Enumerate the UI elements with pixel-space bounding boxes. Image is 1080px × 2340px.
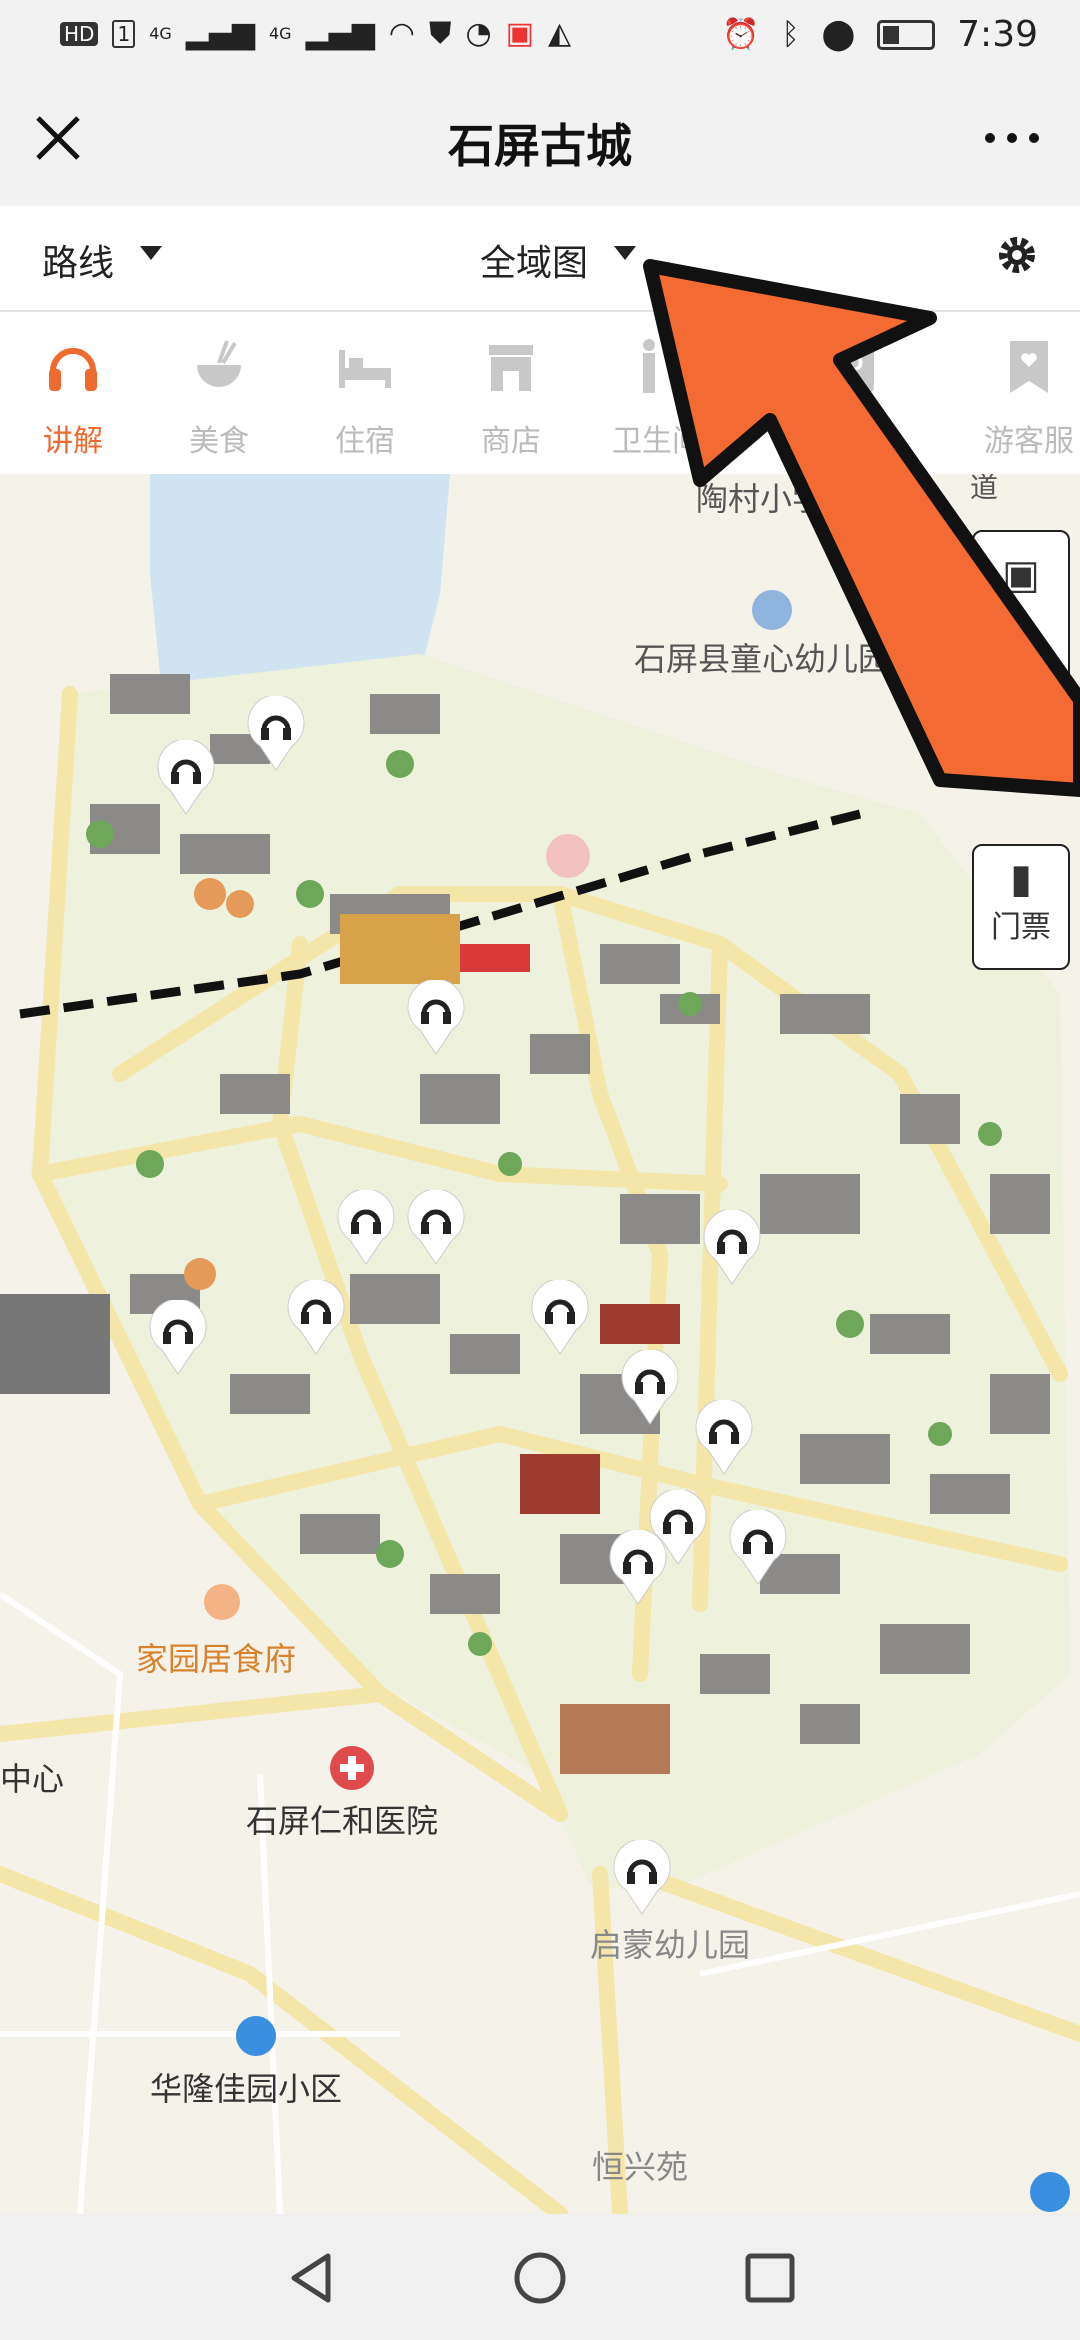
annotation-arrow xyxy=(643,259,1080,797)
back-nav-button[interactable] xyxy=(284,2250,340,2306)
recents-nav-button[interactable] xyxy=(742,2250,798,2306)
home-nav-button[interactable] xyxy=(512,2250,568,2306)
system-nav-bar xyxy=(0,2214,1080,2340)
